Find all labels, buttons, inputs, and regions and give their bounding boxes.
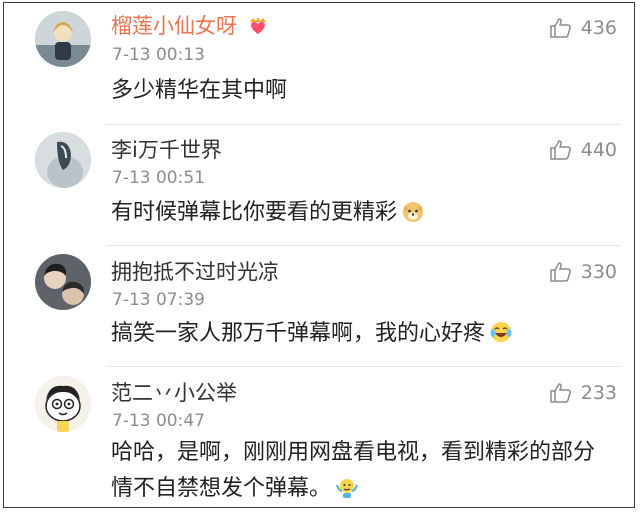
comment-text: 多少精华在其中啊: [111, 78, 288, 103]
divider: [106, 366, 620, 367]
like-count: 233: [580, 382, 617, 404]
thumbs-up-icon: [549, 383, 571, 403]
shrug-emoji: [335, 479, 359, 498]
like-button[interactable]: 233: [549, 380, 617, 406]
comment-time: 7-13 00:51: [112, 168, 205, 188]
comment-text: 哈哈，是啊，刚刚用网盘看电视，看到精彩的部分情不自禁想发个弹幕。: [111, 440, 596, 501]
avatar[interactable]: [35, 132, 91, 188]
comment-text: 搞笑一家人那万千弹幕啊，我的心好疼: [111, 316, 606, 352]
thumbs-up-icon: [549, 18, 571, 38]
like-button[interactable]: 330: [549, 259, 617, 285]
comment-time: 7-13 07:39: [112, 290, 205, 310]
divider: [106, 124, 620, 125]
username[interactable]: 拥抱抵不过时光凉: [111, 259, 279, 285]
like-button[interactable]: 440: [549, 137, 617, 163]
laugh-cry-emoji: [490, 322, 512, 342]
avatar[interactable]: [35, 376, 91, 432]
like-button[interactable]: 436: [549, 15, 617, 41]
comment-text: 有时候弹幕比你要看的更精彩: [111, 195, 606, 231]
avatar[interactable]: [35, 11, 91, 67]
like-count: 330: [580, 261, 617, 283]
doge-emoji: [403, 202, 424, 222]
username[interactable]: 范二丷小公举: [111, 380, 237, 406]
username[interactable]: 李i万千世界: [111, 137, 222, 163]
divider: [106, 245, 620, 246]
comment-time: 7-13 00:13: [112, 45, 205, 65]
avatar[interactable]: [35, 254, 91, 310]
thumbs-up-icon: [549, 140, 571, 160]
comment-time: 7-13 00:47: [112, 411, 205, 431]
crown-heart-icon: [249, 17, 266, 34]
thumbs-up-icon: [549, 262, 571, 282]
like-count: 436: [580, 17, 617, 39]
like-count: 440: [580, 139, 617, 161]
username[interactable]: 榴莲小仙女呀: [111, 13, 269, 39]
comment-list: 榴莲小仙女呀 7-13 00:13 多少精华在其中啊 436 李i万千世界 7-…: [3, 2, 635, 508]
